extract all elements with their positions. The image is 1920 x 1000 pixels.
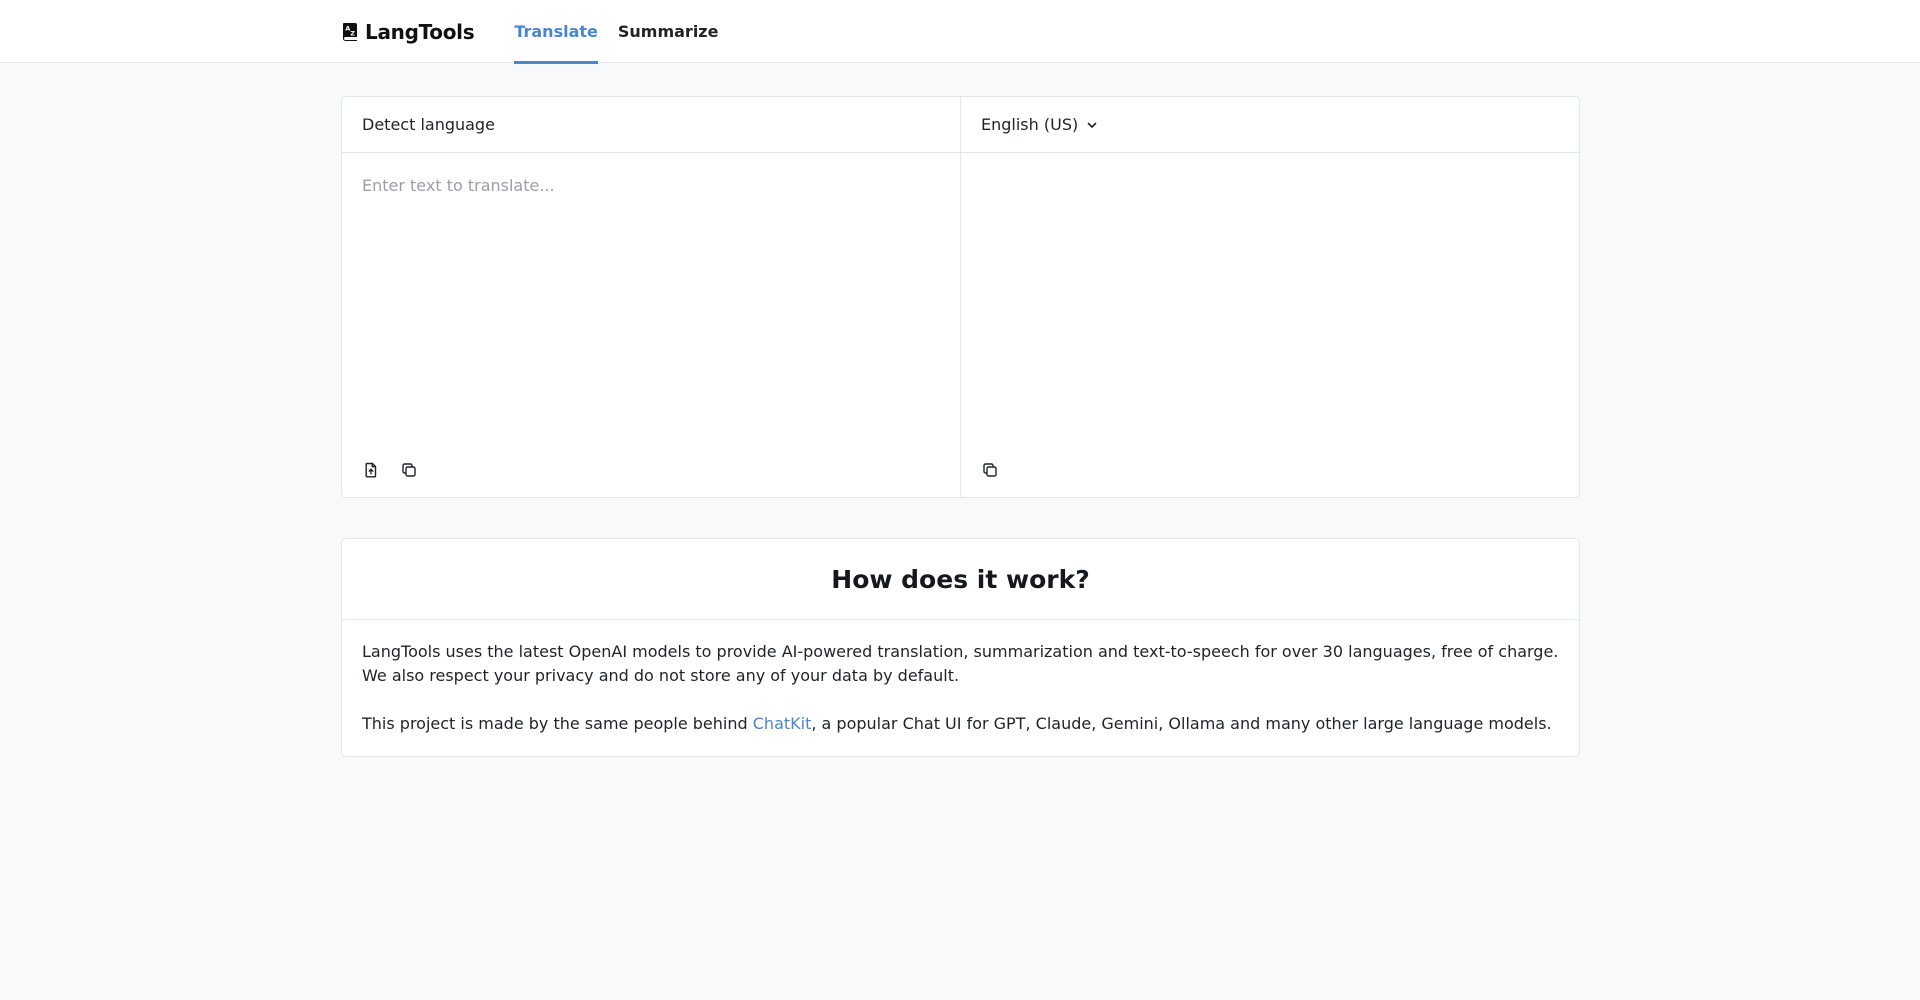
chevron-down-icon <box>1086 119 1098 131</box>
translator-panel: Detect language Enter text to translate.… <box>341 96 1580 498</box>
source-language-bar: Detect language <box>342 97 960 153</box>
copy-translation-button[interactable] <box>981 461 999 479</box>
translate-icon: A Z <box>341 22 359 42</box>
source-body <box>342 153 960 497</box>
svg-text:Z: Z <box>350 29 355 37</box>
target-language-label: English (US) <box>981 115 1079 134</box>
target-pane: English (US) <box>960 97 1579 497</box>
top-navbar: A Z LangTools Translate Summarize <box>0 0 1920 64</box>
target-tools <box>981 461 999 479</box>
navbar-inner: A Z LangTools Translate Summarize <box>341 0 738 64</box>
brand-name: LangTools <box>365 19 475 44</box>
chatkit-link[interactable]: ChatKit <box>753 714 812 733</box>
copy-icon <box>982 462 998 478</box>
how-it-works-card: How does it work? LangTools uses the lat… <box>341 538 1580 757</box>
credits-text-before: This project is made by the same people … <box>362 714 753 733</box>
how-it-works-body: LangTools uses the latest OpenAI models … <box>342 620 1579 736</box>
main-tabs: Translate Summarize <box>514 0 738 64</box>
copy-icon <box>401 462 417 478</box>
target-language-bar: English (US) <box>961 97 1579 153</box>
upload-file-button[interactable] <box>362 461 380 479</box>
source-pane: Detect language <box>342 97 960 497</box>
source-tools <box>362 461 418 479</box>
how-it-works-title: How does it work? <box>831 564 1090 594</box>
description-paragraph: LangTools uses the latest OpenAI models … <box>362 642 1559 685</box>
copy-source-button[interactable] <box>400 461 418 479</box>
upload-file-icon <box>363 462 379 478</box>
target-output <box>961 153 1579 497</box>
source-language-selector[interactable]: Detect language <box>362 115 495 134</box>
target-language-selector[interactable]: English (US) <box>981 115 1098 134</box>
source-text-input[interactable] <box>342 153 960 413</box>
brand-logo[interactable]: A Z LangTools <box>341 19 475 44</box>
credits-paragraph: This project is made by the same people … <box>362 712 1559 736</box>
tab-translate[interactable]: Translate <box>514 0 598 64</box>
credits-text-after: , a popular Chat UI for GPT, Claude, Gem… <box>811 714 1552 733</box>
tab-summarize[interactable]: Summarize <box>618 0 719 63</box>
how-it-works-header: How does it work? <box>342 539 1579 620</box>
